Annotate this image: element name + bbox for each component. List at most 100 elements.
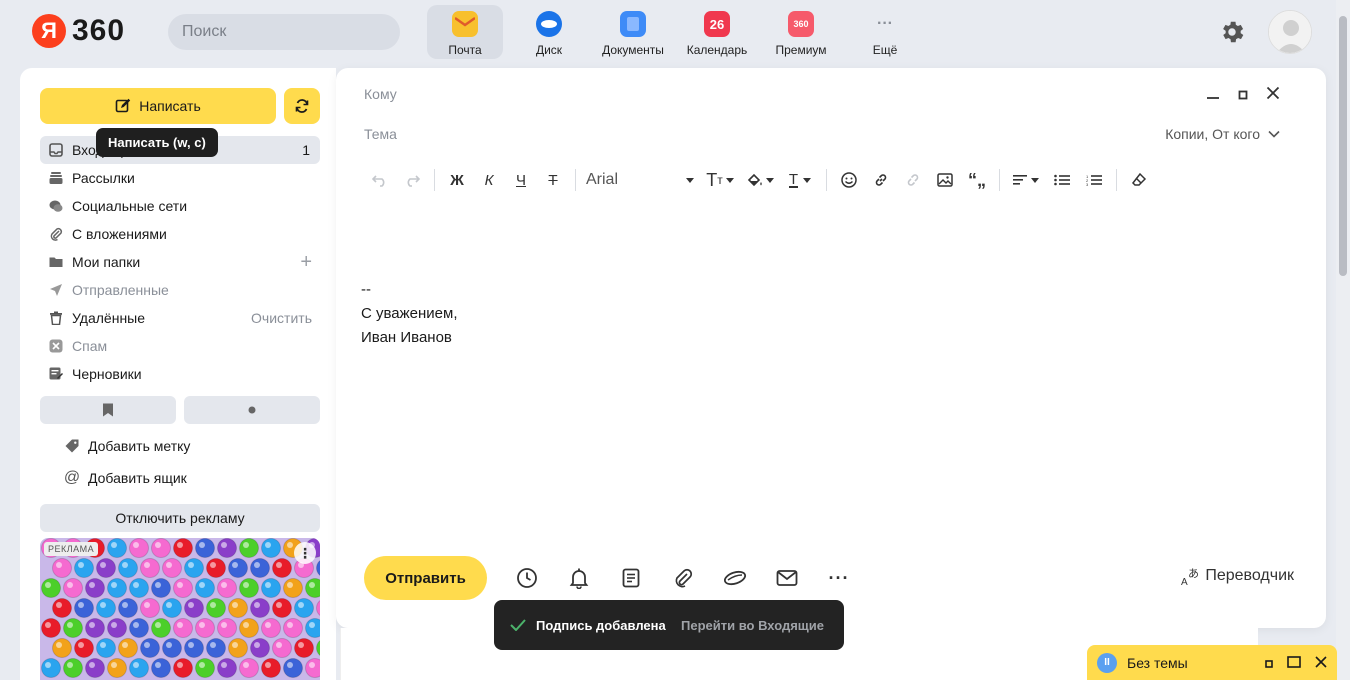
translator-button[interactable]: Aあ Переводчик <box>1181 566 1294 586</box>
folder-newsletters[interactable]: Рассылки <box>40 164 320 192</box>
schedule-clock-icon[interactable] <box>515 566 539 590</box>
service-mail[interactable]: Почта <box>427 5 503 59</box>
ad-bubble-shine <box>199 582 205 588</box>
disk-attach-icon[interactable] <box>723 566 747 590</box>
search-box[interactable] <box>168 14 400 50</box>
ad-bubble <box>195 578 215 598</box>
folder-sent[interactable]: Отправленные <box>40 276 320 304</box>
unread-filter-button[interactable] <box>184 396 320 424</box>
to-field[interactable]: Кому <box>364 86 397 102</box>
more-options-icon[interactable]: ··· <box>827 566 851 590</box>
ad-bubble <box>228 558 248 578</box>
font-size-icon[interactable]: Tт <box>700 168 740 192</box>
service-more[interactable]: ··· Ещё <box>847 5 923 59</box>
service-docs[interactable]: Документы <box>595 5 671 59</box>
ad-bubble <box>294 598 314 618</box>
ad-bubble-shine <box>232 602 238 608</box>
clear-format-icon[interactable] <box>1123 168 1155 192</box>
send-button[interactable]: Отправить <box>364 556 487 600</box>
ad-bubble-shine <box>232 562 238 568</box>
redo-icon[interactable] <box>396 168 428 192</box>
scrollbar-thumb[interactable] <box>1339 16 1347 276</box>
strikethrough-button[interactable]: Т <box>537 168 569 192</box>
toolbar-divider <box>1116 169 1117 191</box>
folder-list: Входящие 1 Рассылки Социальные сети С вл… <box>40 136 320 388</box>
ad-bubble <box>206 558 226 578</box>
ad-bubble <box>239 658 259 678</box>
search-input[interactable] <box>182 23 389 41</box>
emoji-icon[interactable] <box>833 168 865 192</box>
compose-window: Кому Тема Копии, От кого Ж К Ч Т Arial T… <box>336 68 1326 628</box>
envelope-icon[interactable] <box>775 566 799 590</box>
add-label-link[interactable]: Добавить метку <box>64 434 304 458</box>
ad-bubble-shine <box>177 662 183 668</box>
align-icon[interactable] <box>1006 168 1046 192</box>
underline-button[interactable]: Ч <box>505 168 537 192</box>
draft-expand-icon[interactable] <box>1287 655 1301 671</box>
go-to-inbox-link[interactable]: Перейти во Входящие <box>681 618 824 633</box>
folder-attachments[interactable]: С вложениями <box>40 220 320 248</box>
add-mailbox-link[interactable]: @ Добавить ящик <box>64 466 304 490</box>
ad-bubble-shine <box>188 602 194 608</box>
image-icon[interactable] <box>929 168 961 192</box>
ad-bubble <box>195 658 215 678</box>
ad-banner[interactable]: РЕКЛАМА ⋮ <box>40 538 320 680</box>
page-scrollbar[interactable] <box>1336 0 1350 680</box>
minimized-draft-bar[interactable]: II Без темы <box>1087 645 1337 680</box>
ad-bubble-shine <box>155 662 161 668</box>
settings-gear-icon[interactable] <box>1218 18 1246 46</box>
compose-window-controls <box>1206 86 1280 105</box>
refresh-button[interactable] <box>284 88 320 124</box>
message-body[interactable]: -- С уважением, Иван Иванов <box>361 278 458 350</box>
reminder-bell-icon[interactable] <box>567 566 591 590</box>
subject-field[interactable]: Тема <box>364 126 397 142</box>
clear-trash-link[interactable]: Очистить <box>251 310 312 326</box>
ad-bubble <box>107 578 127 598</box>
user-avatar[interactable] <box>1268 10 1312 54</box>
attach-paperclip-icon[interactable] <box>671 566 695 590</box>
ad-bubble <box>151 618 171 638</box>
folder-my-folders[interactable]: Мои папки + <box>40 248 320 276</box>
cc-from-toggle[interactable]: Копии, От кого <box>1165 126 1280 142</box>
cc-from-label: Копии, От кого <box>1165 126 1260 142</box>
service-premium[interactable]: 360 Премиум <box>763 5 839 59</box>
attachment-icon <box>48 226 64 242</box>
numbered-list-icon[interactable]: 123 <box>1078 168 1110 192</box>
minimize-icon[interactable] <box>1206 86 1220 105</box>
ad-bubble-shine <box>287 662 293 668</box>
service-disk[interactable]: Диск <box>511 5 587 59</box>
folder-social[interactable]: Социальные сети <box>40 192 320 220</box>
close-icon[interactable] <box>1266 86 1280 105</box>
restore-icon[interactable] <box>1238 87 1248 105</box>
font-family-select[interactable]: Arial <box>582 168 700 192</box>
ad-bubble <box>272 558 292 578</box>
yandex-360-logo[interactable]: Я 360 <box>32 14 125 48</box>
undo-icon[interactable] <box>364 168 396 192</box>
ad-bubble <box>206 638 226 658</box>
ad-bubble <box>74 638 94 658</box>
bulleted-list-icon[interactable] <box>1046 168 1078 192</box>
folder-drafts[interactable]: Черновики <box>40 360 320 388</box>
fill-color-icon[interactable] <box>740 168 780 192</box>
disable-ads-button[interactable]: Отключить рекламу <box>40 504 320 532</box>
ad-bubble-shine <box>111 582 117 588</box>
compose-icon <box>115 98 131 113</box>
folder-trash[interactable]: Удалённые Очистить <box>40 304 320 332</box>
folder-spam[interactable]: Спам <box>40 332 320 360</box>
unlink-icon[interactable] <box>897 168 929 192</box>
template-icon[interactable] <box>619 566 643 590</box>
chevron-down-icon <box>1268 130 1280 138</box>
quote-icon[interactable]: “„ <box>961 168 993 192</box>
service-calendar[interactable]: 26 Календарь <box>679 5 755 59</box>
ad-bubble <box>151 578 171 598</box>
text-color-icon[interactable]: T <box>780 168 820 192</box>
draft-restore-icon[interactable] <box>1265 655 1273 671</box>
italic-button[interactable]: К <box>473 168 505 192</box>
bold-button[interactable]: Ж <box>441 168 473 192</box>
compose-button[interactable]: Написать <box>40 88 276 124</box>
link-icon[interactable] <box>865 168 897 192</box>
add-folder-icon[interactable]: + <box>300 251 312 274</box>
ad-more-icon[interactable]: ⋮ <box>294 542 316 564</box>
bookmark-filter-button[interactable] <box>40 396 176 424</box>
draft-close-icon[interactable] <box>1315 655 1327 671</box>
